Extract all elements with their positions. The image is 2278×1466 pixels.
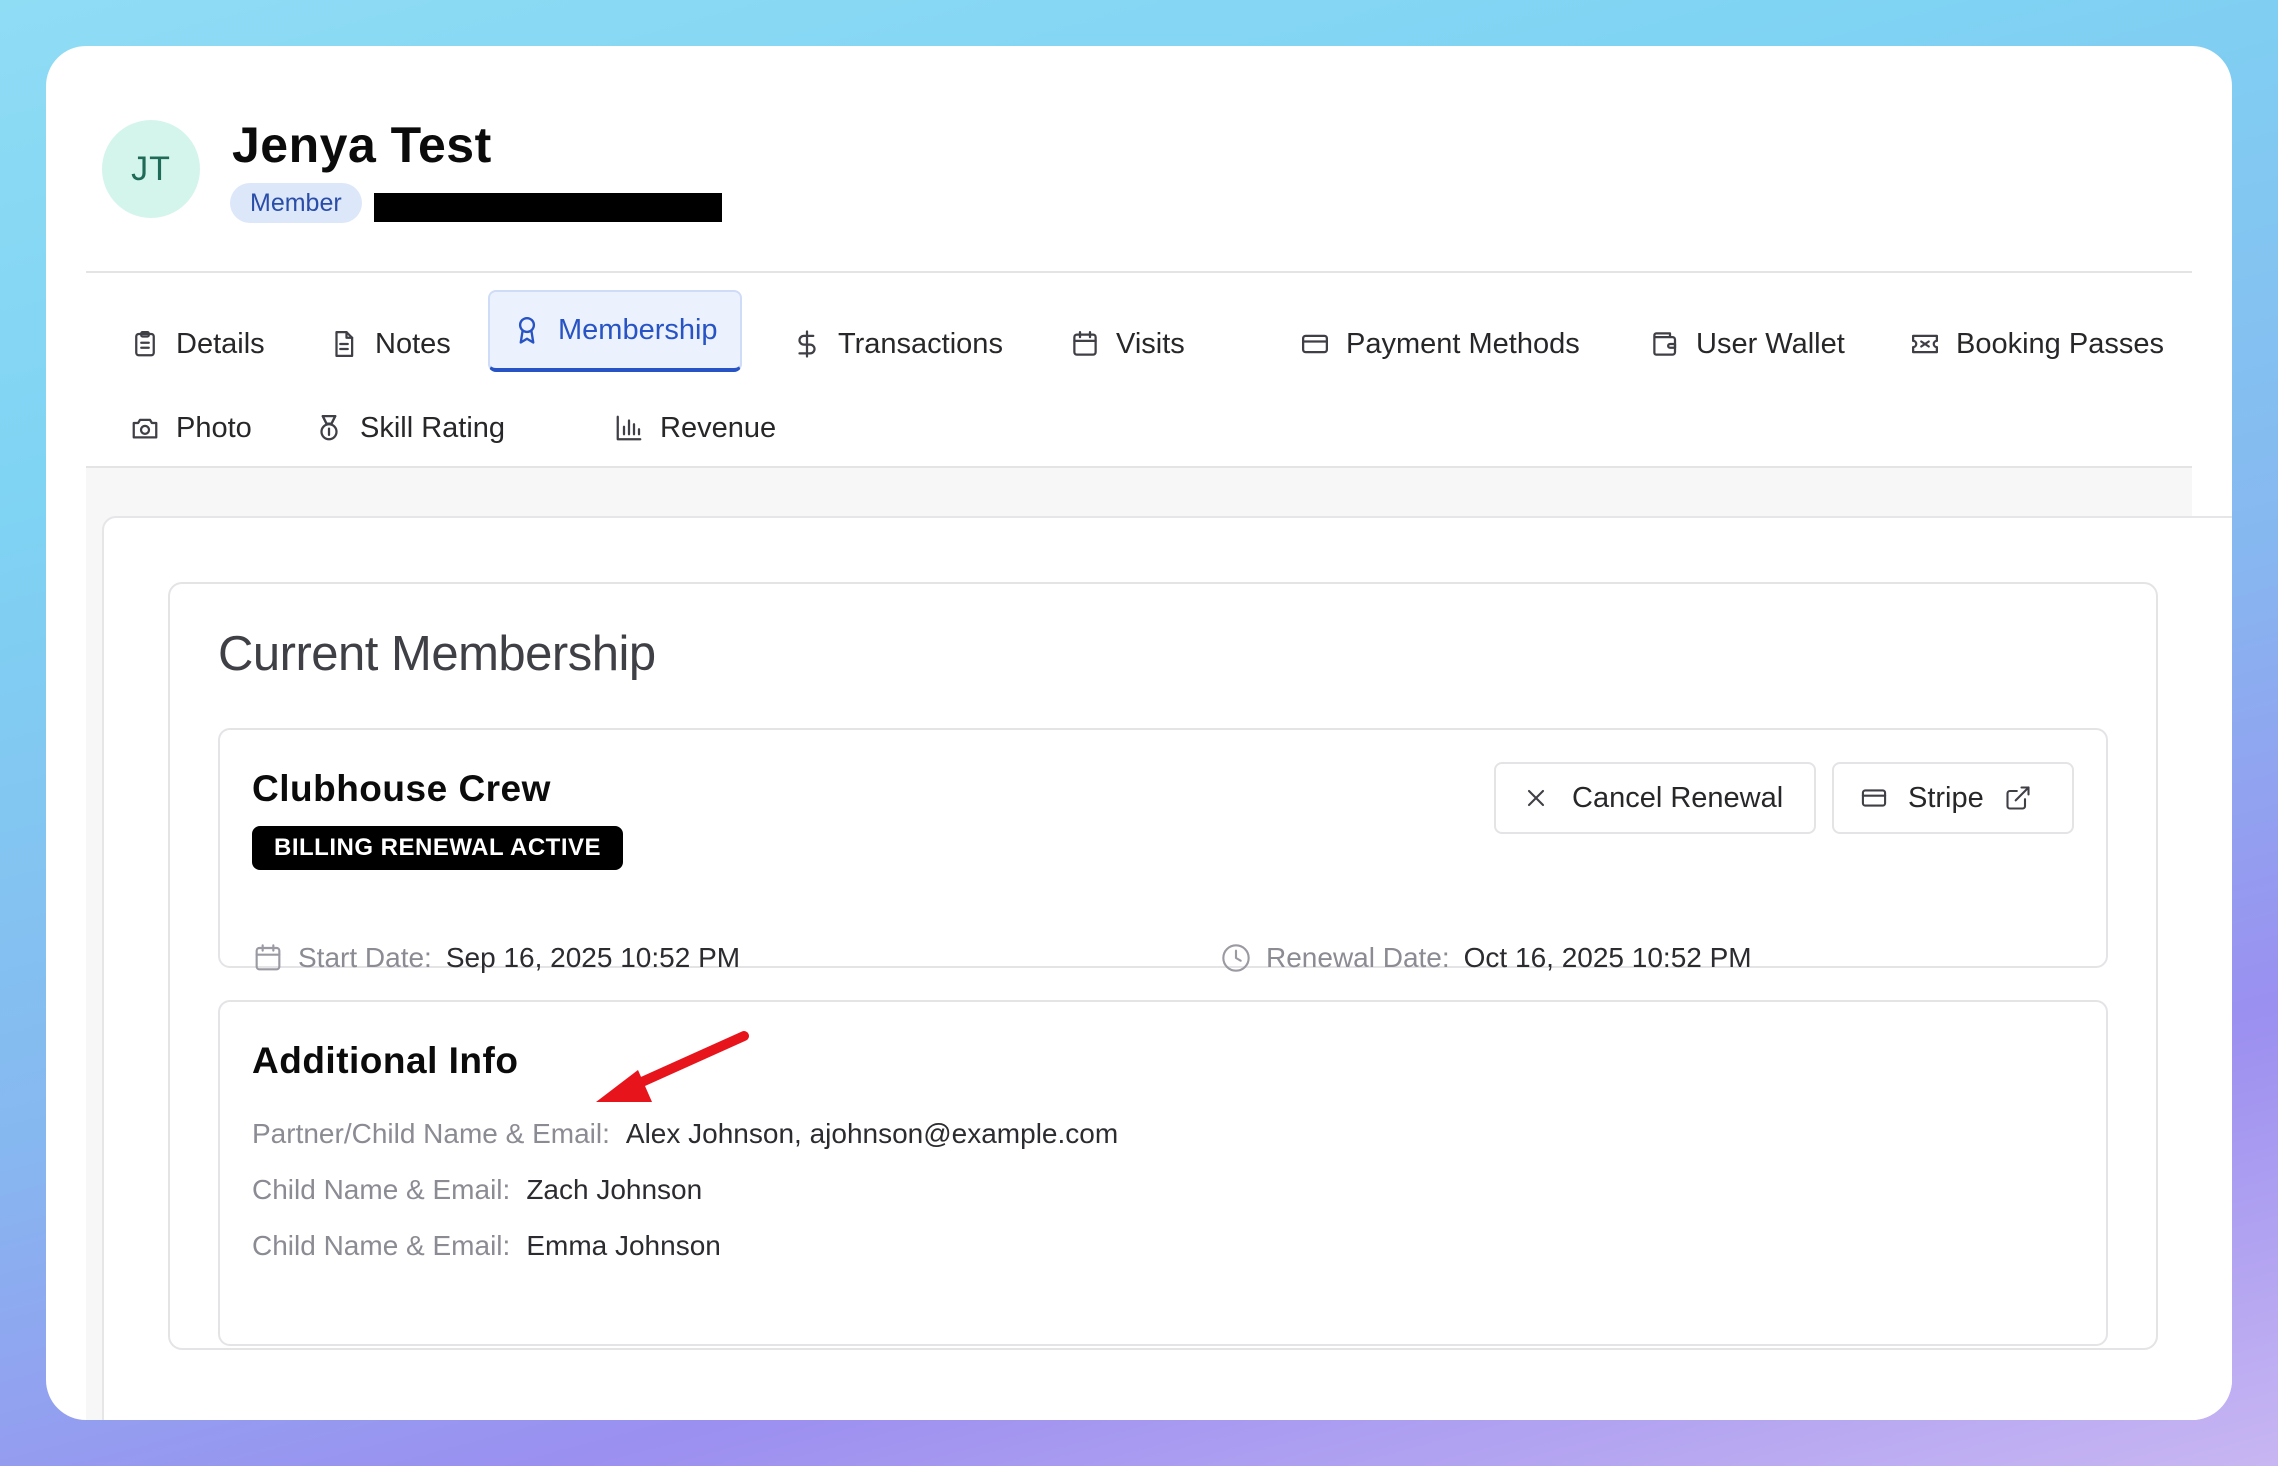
avatar: JT: [102, 120, 200, 218]
stripe-label: Stripe: [1908, 781, 1984, 814]
medal-icon: [320, 415, 338, 441]
info-label: Child Name & Email:: [252, 1230, 511, 1261]
tab-photo[interactable]: Photo: [108, 392, 274, 464]
tab-label: Skill Rating: [360, 411, 506, 444]
info-label: Partner/Child Name & Email:: [252, 1118, 610, 1149]
tab-label: Visits: [1116, 327, 1185, 360]
wallet-icon: [1653, 332, 1677, 356]
start-date-label: Start Date:: [298, 942, 432, 973]
tab-visits[interactable]: Visits: [1048, 308, 1207, 380]
tab-notes[interactable]: Notes: [307, 308, 473, 380]
tab-user-wallet[interactable]: User Wallet: [1628, 308, 1867, 380]
clipboard-icon: [135, 331, 155, 357]
section-title: Current Membership: [218, 627, 656, 681]
dollar-icon: [798, 330, 816, 358]
tab-label: Booking Passes: [1956, 327, 2164, 360]
tab-booking-passes[interactable]: Booking Passes: [1888, 308, 2186, 380]
redacted-block: [374, 193, 722, 222]
external-link-icon: [2006, 786, 2030, 810]
info-value: Zach Johnson: [526, 1174, 703, 1205]
tab-label: Notes: [375, 327, 451, 360]
tab-skill-rating[interactable]: Skill Rating: [292, 392, 527, 464]
additional-info-row: Child Name & Email: Zach Johnson: [252, 1174, 702, 1206]
tab-membership[interactable]: Membership: [488, 290, 742, 372]
info-label: Child Name & Email:: [252, 1174, 511, 1205]
user-name: Jenya Test: [232, 117, 492, 173]
tab-label: Photo: [176, 411, 252, 444]
info-value: Alex Johnson, ajohnson@example.com: [625, 1118, 1119, 1149]
tab-payment-methods[interactable]: Payment Methods: [1278, 308, 1602, 380]
tab-label: Revenue: [660, 411, 777, 444]
tab-label: Payment Methods: [1346, 327, 1580, 360]
clock-icon: [1222, 944, 1250, 972]
renewal-date-row: Renewal Date: Oct 16, 2025 10:52 PM: [1220, 942, 1752, 974]
additional-info-title: Additional Info: [252, 1040, 519, 1081]
tab-label: Membership: [558, 313, 718, 346]
profile-card: JT Jenya Test Member Details Notes Membe…: [46, 46, 2232, 1420]
stripe-button[interactable]: Stripe: [1832, 762, 2074, 834]
camera-icon: [132, 418, 158, 439]
start-date-value: Sep 16, 2025 10:52 PM: [445, 942, 741, 973]
plan-name: Clubhouse Crew: [252, 768, 551, 809]
tab-label: User Wallet: [1696, 327, 1845, 360]
additional-info-row: Partner/Child Name & Email: Alex Johnson…: [252, 1118, 1118, 1150]
tab-revenue[interactable]: Revenue: [592, 392, 798, 464]
credit-card-icon: [1302, 334, 1328, 354]
tab-label: Transactions: [838, 327, 1003, 360]
tab-label: Details: [176, 327, 265, 360]
cancel-renewal-button[interactable]: Cancel Renewal: [1494, 762, 1816, 834]
additional-info-row: Child Name & Email: Emma Johnson: [252, 1230, 721, 1262]
start-date-row: Start Date: Sep 16, 2025 10:52 PM: [252, 942, 740, 974]
ticket-icon: [1912, 334, 1938, 354]
renewal-date-label: Renewal Date:: [1266, 942, 1450, 973]
role-badge: Member: [230, 183, 362, 223]
credit-card-icon: [1861, 789, 1887, 807]
calendar-icon: [1073, 331, 1097, 356]
info-value: Emma Johnson: [526, 1230, 721, 1261]
tab-transactions[interactable]: Transactions: [770, 308, 1025, 380]
document-icon: [335, 331, 354, 357]
status-badge: BILLING RENEWAL ACTIVE: [252, 826, 624, 870]
bar-chart-icon: [616, 415, 642, 441]
tab-details[interactable]: Details: [108, 308, 287, 380]
calendar-icon: [255, 944, 281, 971]
award-icon: [518, 316, 536, 344]
close-icon: [1527, 789, 1545, 807]
cancel-renewal-label: Cancel Renewal: [1572, 781, 1784, 814]
renewal-date-value: Oct 16, 2025 10:52 PM: [1463, 942, 1752, 973]
annotation-arrow: [596, 1031, 749, 1102]
header-divider: [86, 271, 2192, 273]
